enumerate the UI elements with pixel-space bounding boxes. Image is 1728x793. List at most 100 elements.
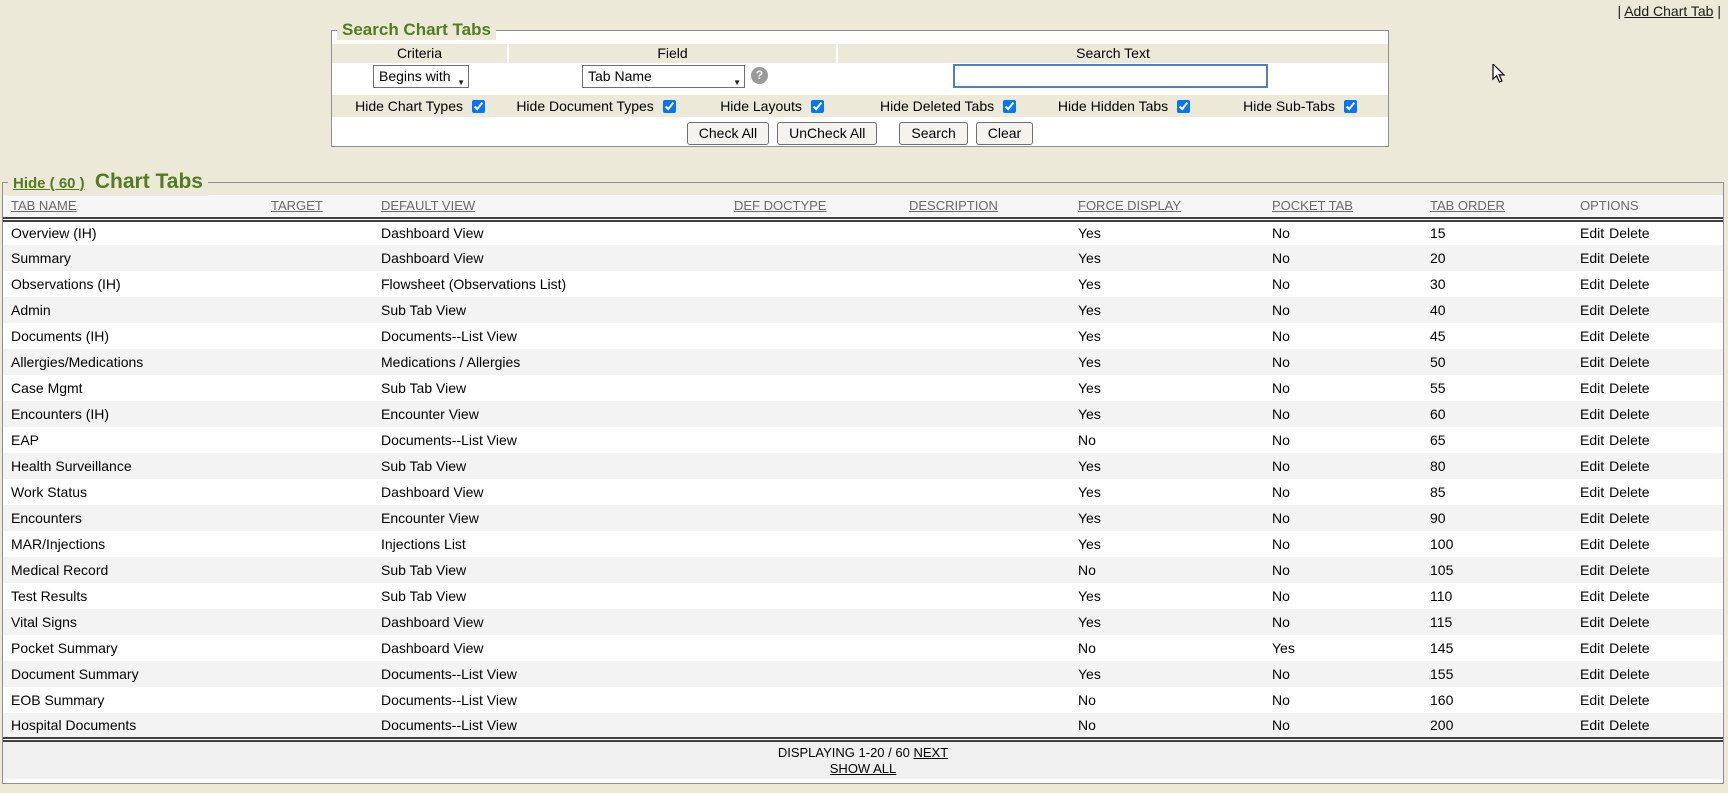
cell-pocket-tab: No <box>1264 531 1422 557</box>
edit-link[interactable]: Edit <box>1580 406 1604 422</box>
hide-count-link[interactable]: Hide ( 60 ) <box>13 175 85 192</box>
delete-link[interactable]: Delete <box>1609 225 1649 241</box>
edit-link[interactable]: Edit <box>1580 484 1604 500</box>
search-form-header-row: Criteria Field Search Text <box>332 44 1388 63</box>
delete-link[interactable]: Delete <box>1609 328 1649 344</box>
search-text-input[interactable] <box>953 64 1268 88</box>
delete-link[interactable]: Delete <box>1609 562 1649 578</box>
edit-link[interactable]: Edit <box>1580 666 1604 682</box>
delete-link[interactable]: Delete <box>1609 588 1649 604</box>
hide-hidden-tabs-checkbox[interactable] <box>1177 100 1190 113</box>
hide-sub-tabs-checkbox-item[interactable]: Hide Sub-Tabs <box>1212 98 1388 114</box>
edit-link[interactable]: Edit <box>1580 536 1604 552</box>
cell-def-doctype <box>726 609 901 635</box>
cell-options: Edit Delete <box>1572 635 1723 661</box>
delete-link[interactable]: Delete <box>1609 484 1649 500</box>
cell-tab-order: 60 <box>1422 401 1572 427</box>
cell-default-view: Dashboard View <box>373 219 726 245</box>
hide-deleted-tabs-checkbox-item[interactable]: Hide Deleted Tabs <box>860 98 1036 114</box>
cell-tab-order: 105 <box>1422 557 1572 583</box>
field-select[interactable]: Tab Name ▼ <box>582 65 745 88</box>
col-header-default-view: DEFAULT VIEW <box>373 195 726 219</box>
cell-def-doctype <box>726 401 901 427</box>
hide-document-types-checkbox-item[interactable]: Hide Document Types <box>508 98 684 114</box>
delete-link[interactable]: Delete <box>1609 536 1649 552</box>
cell-default-view: Documents--List View <box>373 427 726 453</box>
search-button[interactable]: Search <box>899 122 967 145</box>
edit-link[interactable]: Edit <box>1580 380 1604 396</box>
hide-chart-types-checkbox[interactable] <box>472 100 485 113</box>
delete-link[interactable]: Delete <box>1609 432 1649 448</box>
edit-link[interactable]: Edit <box>1580 562 1604 578</box>
cell-def-doctype <box>726 583 901 609</box>
edit-link[interactable]: Edit <box>1580 225 1604 241</box>
cell-tab-name: Case Mgmt <box>3 375 263 401</box>
hide-chart-types-checkbox-item[interactable]: Hide Chart Types <box>332 98 508 114</box>
sort-def-doctype-link[interactable]: DEF DOCTYPE <box>734 198 826 213</box>
hide-layouts-checkbox-item[interactable]: Hide Layouts <box>684 98 860 114</box>
cell-def-doctype <box>726 635 901 661</box>
cell-options: Edit Delete <box>1572 245 1723 271</box>
delete-link[interactable]: Delete <box>1609 717 1649 733</box>
check-all-button[interactable]: Check All <box>687 122 769 145</box>
add-chart-tab-link[interactable]: Add Chart Tab <box>1624 3 1713 19</box>
delete-link[interactable]: Delete <box>1609 406 1649 422</box>
delete-link[interactable]: Delete <box>1609 692 1649 708</box>
hide-document-types-checkbox[interactable] <box>663 100 676 113</box>
edit-link[interactable]: Edit <box>1580 717 1604 733</box>
sort-target-link[interactable]: TARGET <box>271 198 323 213</box>
delete-link[interactable]: Delete <box>1609 510 1649 526</box>
hide-layouts-checkbox[interactable] <box>811 100 824 113</box>
sort-force-display-link[interactable]: FORCE DISPLAY <box>1078 198 1181 213</box>
edit-link[interactable]: Edit <box>1580 302 1604 318</box>
cell-def-doctype <box>726 557 901 583</box>
col-header-description: DESCRIPTION <box>901 195 1070 219</box>
col-header-target: TARGET <box>263 195 373 219</box>
edit-link[interactable]: Edit <box>1580 510 1604 526</box>
delete-link[interactable]: Delete <box>1609 614 1649 630</box>
criteria-select[interactable]: Begins with ▼ <box>373 65 469 88</box>
delete-link[interactable]: Delete <box>1609 276 1649 292</box>
cell-pocket-tab: No <box>1264 505 1422 531</box>
edit-link[interactable]: Edit <box>1580 328 1604 344</box>
cell-target <box>263 427 373 453</box>
show-all-link[interactable]: SHOW ALL <box>830 761 896 776</box>
clear-button[interactable]: Clear <box>976 122 1033 145</box>
edit-link[interactable]: Edit <box>1580 432 1604 448</box>
edit-link[interactable]: Edit <box>1580 250 1604 266</box>
edit-link[interactable]: Edit <box>1580 614 1604 630</box>
sort-pocket-tab-link[interactable]: POCKET TAB <box>1272 198 1353 213</box>
hide-deleted-tabs-checkbox[interactable] <box>1003 100 1016 113</box>
delete-link[interactable]: Delete <box>1609 380 1649 396</box>
checkbox-label: Hide Chart Types <box>355 98 463 114</box>
sort-tab-order-link[interactable]: TAB ORDER <box>1430 198 1505 213</box>
sort-tab-name-link[interactable]: TAB NAME <box>11 198 77 213</box>
pipe-separator: | <box>1717 3 1721 19</box>
next-link[interactable]: NEXT <box>913 745 948 760</box>
cell-description <box>901 245 1070 271</box>
delete-link[interactable]: Delete <box>1609 458 1649 474</box>
edit-link[interactable]: Edit <box>1580 354 1604 370</box>
sort-description-link[interactable]: DESCRIPTION <box>909 198 998 213</box>
edit-link[interactable]: Edit <box>1580 692 1604 708</box>
help-icon[interactable]: ? <box>751 67 768 84</box>
delete-link[interactable]: Delete <box>1609 666 1649 682</box>
hide-hidden-tabs-checkbox-item[interactable]: Hide Hidden Tabs <box>1036 98 1212 114</box>
delete-link[interactable]: Delete <box>1609 354 1649 370</box>
uncheck-all-button[interactable]: UnCheck All <box>777 122 877 145</box>
edit-link[interactable]: Edit <box>1580 458 1604 474</box>
edit-link[interactable]: Edit <box>1580 276 1604 292</box>
cell-options: Edit Delete <box>1572 219 1723 245</box>
delete-link[interactable]: Delete <box>1609 250 1649 266</box>
displaying-text: DISPLAYING 1-20 / 60 <box>778 745 910 760</box>
cell-target <box>263 271 373 297</box>
cell-description <box>901 609 1070 635</box>
hide-sub-tabs-checkbox[interactable] <box>1344 100 1357 113</box>
cell-tab-name: Pocket Summary <box>3 635 263 661</box>
delete-link[interactable]: Delete <box>1609 302 1649 318</box>
delete-link[interactable]: Delete <box>1609 640 1649 656</box>
cell-target <box>263 453 373 479</box>
edit-link[interactable]: Edit <box>1580 588 1604 604</box>
sort-default-view-link[interactable]: DEFAULT VIEW <box>381 198 475 213</box>
edit-link[interactable]: Edit <box>1580 640 1604 656</box>
